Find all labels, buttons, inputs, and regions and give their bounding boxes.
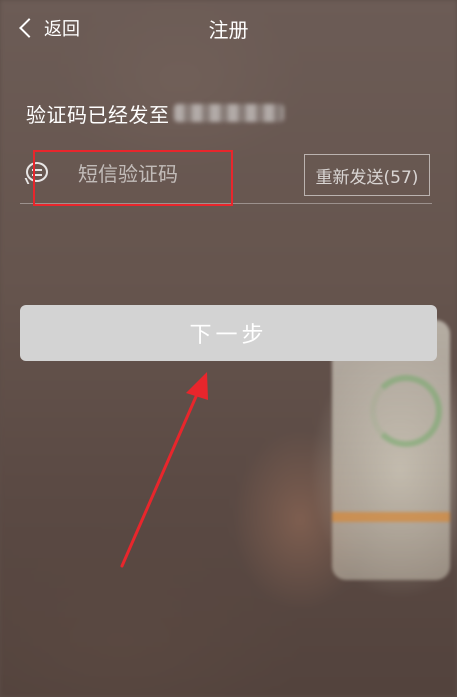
masked-phone-number [173,104,284,122]
next-step-button[interactable]: 下一步 [20,305,437,361]
sms-code-row: 重新发送(57) [20,148,432,204]
product-stripe [332,512,450,522]
code-sent-notice: 验证码已经发至 [26,96,284,130]
sms-code-input[interactable] [78,158,278,190]
product-ring [370,375,442,447]
page-title: 注册 [208,18,249,42]
nav-header: 返回 注册 [0,0,457,58]
code-sent-text: 验证码已经发至 [26,102,170,127]
resend-code-button[interactable]: 重新发送(57) [304,154,430,196]
